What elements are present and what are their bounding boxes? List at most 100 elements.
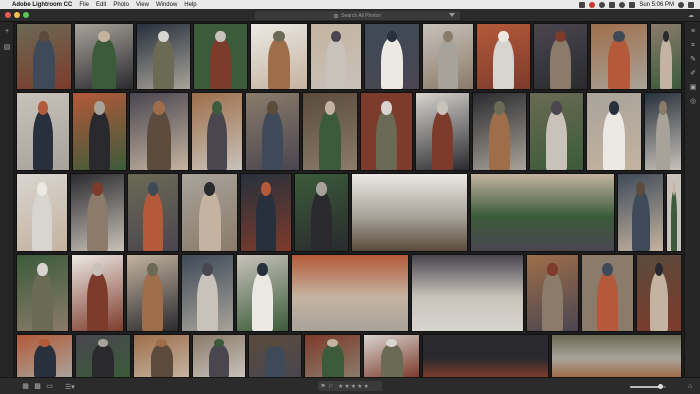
thumbnail-size-slider[interactable] [630,384,666,389]
photo-thumbnail[interactable] [72,92,127,171]
menu-edit[interactable]: Edit [96,2,106,8]
spotlight-icon[interactable] [678,1,684,8]
photo-thumbnail[interactable] [136,23,191,90]
photo-thumbnail[interactable] [411,254,524,332]
photo-thumbnail[interactable] [617,173,664,252]
radial-icon[interactable]: ◎ [689,98,697,106]
menu-photo[interactable]: Photo [113,2,129,8]
photo-thumbnail[interactable] [422,334,549,377]
photo-thumbnail[interactable] [74,23,134,90]
photo-thumbnail[interactable] [294,173,349,252]
photo-thumbnail[interactable] [250,23,308,90]
photo-thumbnail[interactable] [476,23,531,90]
battery-icon[interactable] [629,1,636,8]
photo-thumbnail[interactable] [360,92,413,171]
photo-thumbnail[interactable] [16,92,70,171]
square-grid-icon[interactable]: ▩ [34,383,41,390]
photo-thumbnail[interactable] [16,334,73,377]
photo-thumbnail[interactable] [181,254,234,332]
rating-filter[interactable]: ⚑ ⚐ ★★★★★ [318,381,382,391]
grid-view-icon[interactable]: ▦ [22,383,29,390]
photo-thumbnail[interactable] [364,23,420,90]
photo-thumbnail[interactable] [590,23,648,90]
flag-icon[interactable]: ⚑ [320,383,326,390]
photo-thumbnail[interactable] [551,334,682,377]
photo-subject [32,109,54,170]
photo-thumbnail[interactable] [304,334,361,377]
healing-icon[interactable]: ✎ [689,56,697,64]
tag-icon[interactable]: ⌂ [688,383,692,390]
menu-file[interactable]: File [79,2,89,8]
notification-center-icon[interactable] [688,1,694,8]
photo-thumbnail[interactable] [586,92,642,171]
photo-thumbnail[interactable] [310,23,362,90]
photo-thumbnail[interactable] [415,92,470,171]
photo-thumbnail[interactable] [127,173,179,252]
brush-icon[interactable]: ✐ [689,70,697,78]
sort-icon[interactable]: ☰▾ [65,383,75,391]
creative-cloud-icon[interactable] [589,1,596,8]
photo-thumbnail[interactable] [666,173,682,252]
photo-thumbnail[interactable] [245,92,300,171]
close-window-button[interactable] [5,12,11,18]
photo-thumbnail[interactable] [16,173,68,252]
edit-sliders-icon[interactable]: ≡ [689,28,697,36]
detail-view-icon[interactable]: ▭ [46,383,53,390]
wifi-icon[interactable] [619,1,626,8]
reject-flag-icon[interactable]: ⚐ [328,383,334,390]
thumbnail-size-knob[interactable] [658,384,664,389]
photo-thumbnail[interactable] [240,173,292,252]
bluetooth-icon[interactable] [609,1,616,8]
photo-thumbnail[interactable] [351,173,468,252]
photo-thumbnail[interactable] [126,254,179,332]
photo-subject-head [381,100,392,115]
time-machine-icon[interactable] [599,1,606,8]
minimize-window-button[interactable] [14,12,20,18]
photo-thumbnail[interactable] [71,254,124,332]
filter-icon[interactable] [449,13,455,17]
photo-thumbnail[interactable] [533,23,588,90]
menu-help[interactable]: Help [184,2,196,8]
photo-thumbnail[interactable] [133,334,190,377]
zoom-window-button[interactable] [23,12,29,18]
photo-thumbnail[interactable] [644,92,682,171]
dropbox-icon[interactable] [579,1,586,8]
photo-thumbnail[interactable] [581,254,634,332]
photo-thumbnail[interactable] [422,23,474,90]
search-input[interactable]: Search All Photos [255,11,460,20]
photo-thumbnail[interactable] [636,254,682,332]
menu-app-name[interactable]: Adobe Lightroom CC [12,2,72,8]
photo-thumbnail[interactable] [191,92,243,171]
photo-thumbnail[interactable] [193,23,248,90]
photo-subject [319,109,341,170]
gradient-icon[interactable]: ▣ [689,84,697,92]
photo-thumbnail[interactable] [16,23,72,90]
photo-thumbnail[interactable] [529,92,584,171]
cloud-sync-icon[interactable]: ☁ [688,12,694,19]
menu-window[interactable]: Window [156,2,177,8]
window-controls [5,12,29,18]
photo-thumbnail[interactable] [129,92,189,171]
photo-thumbnail[interactable] [291,254,409,332]
menubar-clock[interactable]: Sun 5:06 PM [639,2,674,8]
photo-thumbnail[interactable] [16,254,69,332]
add-photos-icon[interactable]: + [3,28,11,36]
photo-thumbnail[interactable] [472,92,527,171]
photo-subject-head [437,100,448,115]
photo-thumbnail[interactable] [470,173,615,252]
photo-thumbnail[interactable] [526,254,579,332]
photo-thumbnail[interactable] [236,254,289,332]
photo-thumbnail[interactable] [75,334,131,377]
crop-icon[interactable]: ⌗ [689,42,697,50]
photo-subject [603,109,625,170]
photo-thumbnail[interactable] [181,173,238,252]
star-rating[interactable]: ★★★★★ [338,383,370,390]
menu-view[interactable]: View [136,2,149,8]
photo-thumbnail[interactable] [363,334,420,377]
library-icon[interactable]: ▤ [3,44,11,52]
photo-thumbnail[interactable] [650,23,682,90]
photo-thumbnail[interactable] [192,334,246,377]
photo-thumbnail[interactable] [248,334,302,377]
photo-thumbnail[interactable] [70,173,125,252]
photo-thumbnail[interactable] [302,92,358,171]
